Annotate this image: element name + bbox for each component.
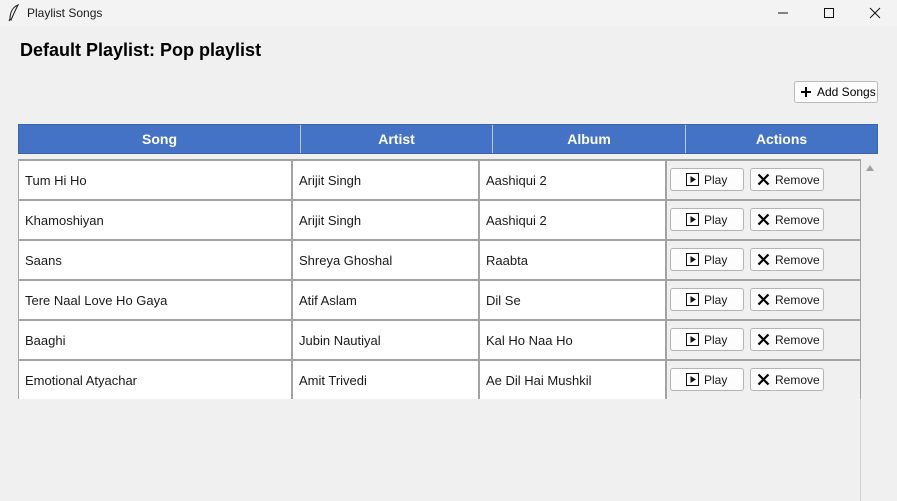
artist-cell: Jubin Nautiyal [293, 319, 480, 359]
remove-button[interactable]: Remove [750, 248, 824, 271]
remove-button[interactable]: Remove [750, 208, 824, 231]
remove-label: Remove [775, 212, 820, 227]
column-header-album: Album [493, 125, 686, 153]
remove-label: Remove [775, 252, 820, 267]
app-window: Playlist Songs Default Playlist: Pop pla… [0, 0, 897, 501]
actions-cell: Play Remove [667, 359, 860, 399]
album-cell: Raabta [480, 239, 667, 279]
song-cell: Tum Hi Ho [19, 159, 293, 199]
play-label: Play [704, 172, 728, 187]
play-icon [686, 173, 699, 186]
actions-cell: Play Remove [667, 319, 860, 359]
artist-cell: Arijit Singh [293, 199, 480, 239]
album-cell: Kal Ho Naa Ho [480, 319, 667, 359]
play-label: Play [704, 372, 728, 387]
minimize-button[interactable] [760, 0, 806, 26]
play-button[interactable]: Play [670, 288, 744, 311]
table-header: Song Artist Album Actions [18, 124, 878, 154]
actions-cell: Play Remove [667, 239, 860, 279]
minimize-icon [778, 12, 788, 14]
play-button[interactable]: Play [670, 368, 744, 391]
remove-label: Remove [775, 332, 820, 347]
song-table: Tum Hi Ho Arijit Singh Aashiqui 2 Play Remov… [18, 159, 861, 399]
maximize-icon [824, 8, 834, 18]
actions-cell: Play Remove [667, 279, 860, 319]
close-icon [869, 7, 881, 19]
title-bar[interactable]: Playlist Songs [0, 0, 897, 26]
play-label: Play [704, 212, 728, 227]
remove-button[interactable]: Remove [750, 368, 824, 391]
play-icon [686, 333, 699, 346]
play-button[interactable]: Play [670, 208, 744, 231]
play-button[interactable]: Play [670, 328, 744, 351]
window-title: Playlist Songs [27, 6, 103, 20]
actions-cell: Play Remove [667, 159, 860, 199]
play-icon [686, 373, 699, 386]
song-cell: Baaghi [19, 319, 293, 359]
table-row: Saans Shreya Ghoshal Raabta Play Remove [19, 239, 862, 279]
album-cell: Dil Se [480, 279, 667, 319]
album-cell: Ae Dil Hai Mushkil [480, 359, 667, 399]
table-edge [860, 399, 861, 501]
remove-label: Remove [775, 172, 820, 187]
remove-label: Remove [775, 292, 820, 307]
album-cell: Aashiqui 2 [480, 199, 667, 239]
song-cell: Tere Naal Love Ho Gaya [19, 279, 293, 319]
x-icon [757, 333, 770, 346]
scroll-up-arrow-icon[interactable] [865, 163, 875, 173]
close-button[interactable] [852, 0, 897, 26]
play-label: Play [704, 332, 728, 347]
remove-label: Remove [775, 372, 820, 387]
table-row: Baaghi Jubin Nautiyal Kal Ho Naa Ho Play Rem… [19, 319, 862, 359]
album-cell: Aashiqui 2 [480, 159, 667, 199]
feather-icon [8, 4, 20, 22]
play-button[interactable]: Play [670, 248, 744, 271]
song-cell: Saans [19, 239, 293, 279]
maximize-button[interactable] [806, 0, 852, 26]
table-row: Tere Naal Love Ho Gaya Atif Aslam Dil Se Pl… [19, 279, 862, 319]
song-cell: Emotional Atyachar [19, 359, 293, 399]
column-header-song: Song [19, 125, 301, 153]
play-icon [686, 253, 699, 266]
artist-cell: Shreya Ghoshal [293, 239, 480, 279]
actions-cell: Play Remove [667, 199, 860, 239]
add-songs-label: Add Songs [817, 85, 876, 99]
play-label: Play [704, 292, 728, 307]
x-icon [757, 213, 770, 226]
x-icon [757, 253, 770, 266]
table-row: Emotional Atyachar Amit Trivedi Ae Dil Hai… [19, 359, 862, 399]
play-button[interactable]: Play [670, 168, 744, 191]
artist-cell: Arijit Singh [293, 159, 480, 199]
remove-button[interactable]: Remove [750, 288, 824, 311]
column-header-artist: Artist [301, 125, 493, 153]
x-icon [757, 173, 770, 186]
play-icon [686, 293, 699, 306]
vertical-scrollbar[interactable] [861, 159, 878, 501]
add-songs-button[interactable]: Add Songs [794, 81, 878, 103]
play-icon [686, 213, 699, 226]
column-header-actions: Actions [755, 131, 808, 147]
artist-cell: Amit Trivedi [293, 359, 480, 399]
artist-cell: Atif Aslam [293, 279, 480, 319]
page-title: Default Playlist: Pop playlist [20, 40, 262, 60]
song-cell: Khamoshiyan [19, 199, 293, 239]
remove-button[interactable]: Remove [750, 168, 824, 191]
play-label: Play [704, 252, 728, 267]
remove-button[interactable]: Remove [750, 328, 824, 351]
x-icon [757, 373, 770, 386]
plus-icon [801, 87, 811, 97]
x-icon [757, 293, 770, 306]
table-row: Tum Hi Ho Arijit Singh Aashiqui 2 Play Remov… [19, 159, 862, 199]
table-row: Khamoshiyan Arijit Singh Aashiqui 2 Play Rem… [19, 199, 862, 239]
